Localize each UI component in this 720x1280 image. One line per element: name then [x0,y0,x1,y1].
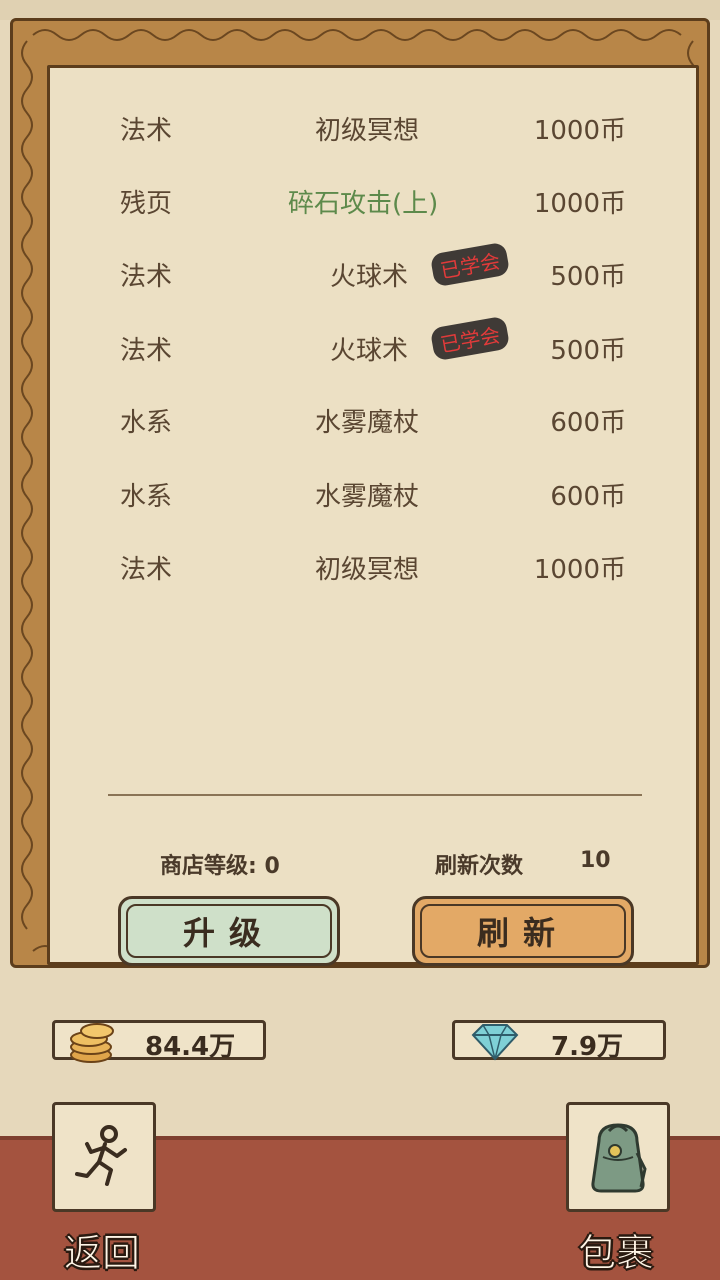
upgrade-button[interactable]: 升级 [118,896,340,966]
shop-panel: 法术 初级冥想 1000币 残页 碎石攻击(上) 1000币 法术 火球术 已学… [47,65,702,966]
item-price: 500币 [550,262,626,292]
upgrade-button-label: 升级 [182,914,275,952]
shop-item-row[interactable]: 法术 火球术 已学会 500币 [50,241,702,298]
diamond-icon [471,1024,519,1061]
shop-item-row[interactable]: 法术 初级冥想 1000币 [50,102,702,152]
divider [108,794,642,796]
item-price: 600币 [550,482,626,512]
refresh-button-label: 刷新 [476,914,569,952]
backpack-icon [591,1123,647,1193]
gems-display: 7.9万 [452,1020,666,1062]
coins-value: 84.4万 [145,1032,236,1062]
item-category: 残页 [120,189,173,219]
refresh-count-value: 10 [580,848,611,873]
item-name: 火球术 [330,336,409,366]
item-name: 初级冥想 [315,555,420,585]
item-name: 水雾魔杖 [315,408,420,438]
back-button[interactable] [52,1102,156,1212]
shop-item-row[interactable]: 水系 水雾魔杖 600币 [50,468,702,518]
item-category: 法术 [120,262,173,292]
item-category: 法术 [120,555,173,585]
item-price: 1000币 [533,189,626,219]
gems-value: 7.9万 [551,1032,624,1062]
item-price: 500币 [550,336,626,366]
shop-item-row[interactable]: 法术 初级冥想 1000币 [50,541,702,591]
learned-badge: 已学会 [429,315,511,362]
back-label: 返回 [63,1231,141,1276]
item-price: 600币 [550,408,626,438]
coin-stack-icon [70,1023,114,1063]
refresh-count-label: 刷新次数 [435,854,524,879]
item-category: 法术 [120,116,173,146]
item-category: 法术 [120,336,173,366]
item-name: 碎石攻击(上) [288,189,439,219]
item-price: 1000币 [533,555,626,585]
item-category: 水系 [120,482,173,512]
item-name: 初级冥想 [315,116,420,146]
bag-button[interactable] [566,1102,670,1212]
item-price: 1000币 [533,116,626,146]
shop-item-row[interactable]: 水系 水雾魔杖 600币 [50,394,702,444]
bag-label: 包裹 [577,1231,655,1276]
shop-item-row[interactable]: 法术 火球术 已学会 500币 [50,315,702,372]
item-category: 水系 [120,408,173,438]
shop-level: 商店等级: 0 [160,854,280,879]
refresh-button[interactable]: 刷新 [412,896,634,966]
running-man-icon [75,1125,127,1186]
item-name: 火球术 [330,262,409,292]
item-name: 水雾魔杖 [315,482,420,512]
shop-item-row[interactable]: 残页 碎石攻击(上) 1000币 [50,175,702,225]
top-strip [0,0,720,20]
shop-frame: 法术 初级冥想 1000币 残页 碎石攻击(上) 1000币 法术 火球术 已学… [10,18,710,968]
learned-badge: 已学会 [429,241,511,288]
coins-display: 84.4万 [52,1020,266,1063]
